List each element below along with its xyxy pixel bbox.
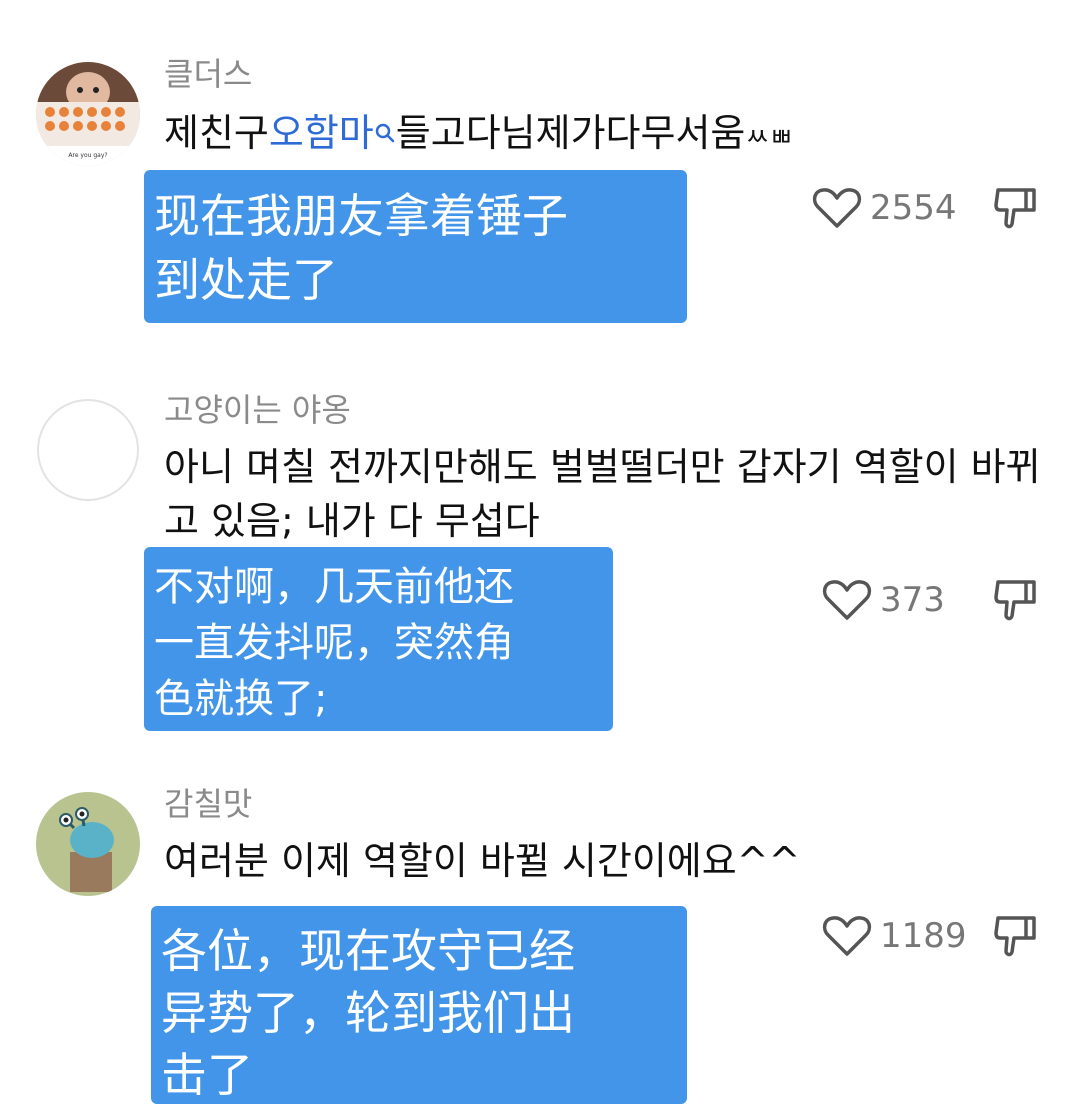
translation-text: 各位，现在攻守已经 异势了，轮到我们出 击了 <box>161 924 575 1102</box>
like-count: 2554 <box>870 188 957 228</box>
like-button[interactable]: 2554 <box>812 186 957 230</box>
heart-outline-icon <box>822 578 872 622</box>
translation-text: 现在我朋友拿着锤子 到处走了 <box>154 189 568 307</box>
comment-text: 여러분 이제 역할이 바뀔 시간이에요^^ <box>164 839 801 883</box>
dislike-button[interactable] <box>992 912 1040 960</box>
comment-text-tail: ㅆㅃ <box>745 123 794 153</box>
thumbs-down-icon <box>992 184 1040 232</box>
avatar[interactable]: Are you gay? <box>36 62 140 166</box>
heart-outline-icon <box>812 186 862 230</box>
like-count: 1189 <box>880 916 967 956</box>
comment-text-start: 제친구 <box>164 111 269 155</box>
translation-overlay: 不对啊，几天前他还 一直发抖呢，突然角 色就换了; <box>144 547 613 731</box>
comment-username[interactable]: 감칠맛 <box>164 788 252 820</box>
like-button[interactable]: 1189 <box>822 914 967 958</box>
comment-username[interactable]: 클더스 <box>164 58 252 90</box>
translation-overlay: 各位，现在攻守已经 异势了，轮到我们出 击了 <box>151 906 687 1104</box>
translation-overlay: 现在我朋友拿着锤子 到处走了 <box>144 170 687 323</box>
mention-link[interactable]: 오함마 <box>269 111 396 155</box>
thumbs-down-icon <box>992 576 1040 624</box>
heart-outline-icon <box>822 914 872 958</box>
thumbs-down-icon <box>992 912 1040 960</box>
comment-text-end: 들고다님제가다무서움 <box>395 111 746 155</box>
search-icon <box>374 104 396 158</box>
translation-text: 不对啊，几天前他还 一直发抖呢，突然角 色就换了; <box>154 564 514 722</box>
dislike-button[interactable] <box>992 184 1040 232</box>
avatar[interactable] <box>36 792 140 896</box>
avatar-caption: Are you gay? <box>68 152 107 159</box>
comment-text: 제친구오함마 들고다님제가다무서움ㅆㅃ <box>164 106 1044 165</box>
like-button[interactable]: 373 <box>822 578 945 622</box>
like-count: 373 <box>880 580 945 620</box>
mention-label: 오함마 <box>268 111 374 155</box>
avatar[interactable] <box>36 398 140 502</box>
dislike-button[interactable] <box>992 576 1040 624</box>
comment-username[interactable]: 고양이는 야옹 <box>164 394 351 426</box>
comment-text: 아니 며칠 전까지만해도 벌벌떨더만 갑자기 역할이 바뀌고 있음; 내가 다 … <box>164 445 1041 543</box>
